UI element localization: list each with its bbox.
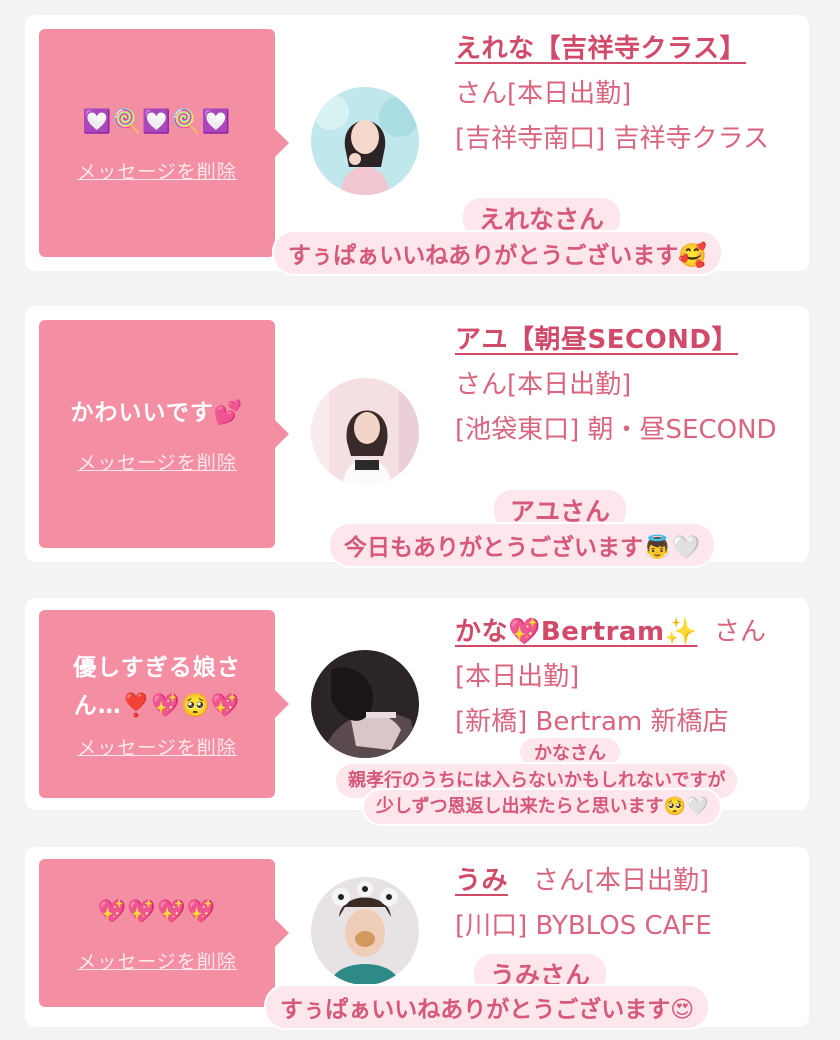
status-text: さん[本日出勤] [455, 79, 632, 109]
status-text: さん[本日出勤] [532, 866, 710, 896]
avatar[interactable] [311, 87, 419, 195]
honorific-text: さん [713, 617, 766, 647]
delete-message-link[interactable]: メッセージを削除 [77, 947, 237, 974]
message-text: 💖💖💖💖 [97, 898, 217, 925]
status-text: [本日出勤] [455, 662, 580, 692]
video-caption-text: 少しずつ恩返し出来たらと思います🥺🤍 [364, 790, 721, 824]
avatar[interactable] [311, 877, 419, 985]
message-bubble: 💖💖💖💖 メッセージを削除 [39, 859, 289, 1007]
message-text: 優しすぎる娘さん…❣️💖🥺💖 [73, 654, 241, 719]
profile-name-link[interactable]: うみ [455, 866, 508, 896]
profile-info: アユ【朝昼SECOND】 さん[本日出勤] [池袋東口] 朝・昼SECOND [455, 318, 795, 453]
avatar[interactable] [311, 378, 419, 486]
shop-location: [池袋東口] 朝・昼SECOND [455, 415, 777, 445]
profile-name-link[interactable]: アユ【朝昼SECOND】 [455, 318, 795, 363]
video-caption-text: 今日もありがとうございます👼🤍 [330, 524, 715, 566]
video-caption-line: 少しずつ恩返し出来たらと思います🥺🤍 [376, 796, 709, 817]
video-caption-text: すぅぱぁいいねありがとうございます😍 [266, 986, 709, 1028]
video-caption-text: すぅぱぁいいねありがとうございます🥰 [274, 232, 721, 274]
avatar[interactable] [311, 650, 419, 758]
shop-location: [吉祥寺南口] 吉祥寺クラス [455, 124, 770, 154]
delete-message-link[interactable]: メッセージを削除 [77, 157, 237, 184]
shop-location: [新橋] Bertram 新橋店 [455, 707, 729, 737]
status-text: さん[本日出勤] [455, 370, 632, 400]
message-bubble: 💟🍭💟🍭💟 メッセージを削除 [39, 29, 289, 257]
message-bubble: かわいいです💕 メッセージを削除 [39, 320, 289, 548]
profile-info: うみ さん[本日出勤] [川口] BYBLOS CAFE [455, 859, 805, 949]
profile-info: えれな【吉祥寺クラス】 さん[本日出勤] [吉祥寺南口] 吉祥寺クラス [455, 27, 795, 162]
message-text: 💟🍭💟🍭💟 [82, 108, 232, 135]
profile-name-link[interactable]: かな💖Bertram✨ [455, 617, 697, 647]
shop-location: [川口] BYBLOS CAFE [455, 911, 712, 941]
message-bubble: 優しすぎる娘さん…❣️💖🥺💖 メッセージを削除 [39, 610, 289, 798]
profile-name-link[interactable]: えれな【吉祥寺クラス】 [455, 27, 795, 72]
delete-message-link[interactable]: メッセージを削除 [77, 448, 237, 475]
video-caption-name: かなさん [520, 738, 620, 766]
message-text: かわいいです💕 [70, 399, 244, 426]
delete-message-link[interactable]: メッセージを削除 [77, 733, 237, 760]
profile-info: かな💖Bertram✨ さん [本日出勤] [新橋] Bertram 新橋店 [455, 610, 805, 745]
